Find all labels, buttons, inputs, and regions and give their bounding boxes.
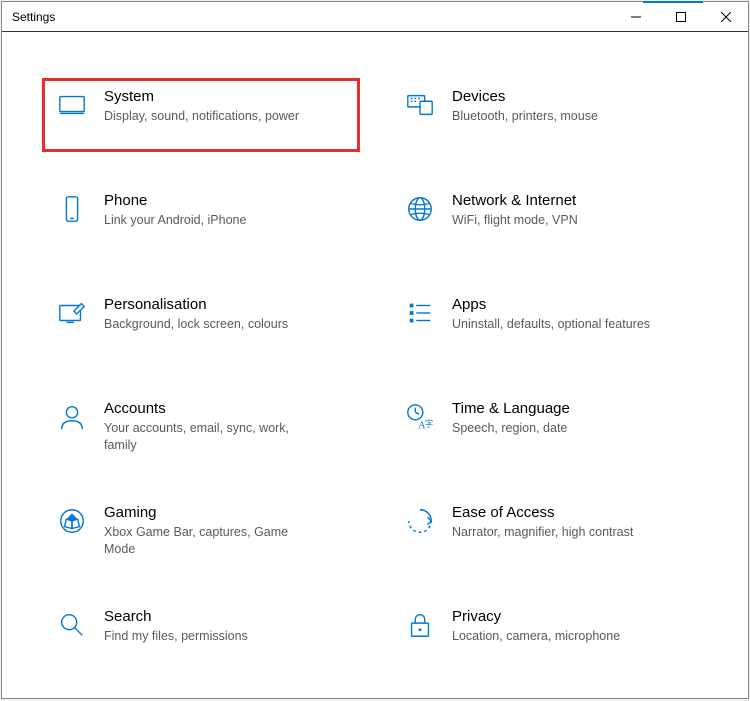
tile-text: Search Find my files, permissions	[94, 608, 248, 645]
tile-title: Gaming	[104, 504, 304, 522]
tile-title: Personalisation	[104, 296, 288, 314]
tile-title: Network & Internet	[452, 192, 578, 210]
tile-text: Devices Bluetooth, printers, mouse	[442, 88, 598, 125]
accounts-icon	[50, 400, 94, 432]
tile-title: Accounts	[104, 400, 304, 418]
tile-title: Search	[104, 608, 248, 626]
tile-search[interactable]: Search Find my files, permissions	[42, 598, 360, 672]
tile-title: Privacy	[452, 608, 620, 626]
tile-desc: Uninstall, defaults, optional features	[452, 316, 650, 333]
ease-of-access-icon	[398, 504, 442, 536]
tile-text: Gaming Xbox Game Bar, captures, Game Mod…	[94, 504, 304, 558]
tile-title: Devices	[452, 88, 598, 106]
tile-gaming[interactable]: Gaming Xbox Game Bar, captures, Game Mod…	[42, 494, 360, 568]
maximize-button[interactable]	[658, 2, 703, 31]
tile-desc: Xbox Game Bar, captures, Game Mode	[104, 524, 304, 558]
tile-apps[interactable]: Apps Uninstall, defaults, optional featu…	[390, 286, 708, 360]
titlebar: Settings	[2, 2, 748, 32]
titlebar-accent	[643, 1, 703, 3]
tile-desc: Location, camera, microphone	[452, 628, 620, 645]
window-controls	[613, 2, 748, 31]
tile-desc: Bluetooth, printers, mouse	[452, 108, 598, 125]
system-icon	[50, 88, 94, 120]
settings-window: Settings System Display, sound, noti	[1, 1, 749, 699]
tile-desc: WiFi, flight mode, VPN	[452, 212, 578, 229]
tile-personalisation[interactable]: Personalisation Background, lock screen,…	[42, 286, 360, 360]
personalisation-icon	[50, 296, 94, 328]
tile-text: Accounts Your accounts, email, sync, wor…	[94, 400, 304, 454]
privacy-icon	[398, 608, 442, 640]
tile-ease-of-access[interactable]: Ease of Access Narrator, magnifier, high…	[390, 494, 708, 568]
minimize-button[interactable]	[613, 2, 658, 31]
tile-desc: Find my files, permissions	[104, 628, 248, 645]
tile-time-language[interactable]: A字 Time & Language Speech, region, date	[390, 390, 708, 464]
tile-title: Apps	[452, 296, 650, 314]
tile-title: Phone	[104, 192, 246, 210]
tile-text: Time & Language Speech, region, date	[442, 400, 570, 437]
globe-icon	[398, 192, 442, 224]
tile-accounts[interactable]: Accounts Your accounts, email, sync, wor…	[42, 390, 360, 464]
tile-desc: Background, lock screen, colours	[104, 316, 288, 333]
svg-text:字: 字	[425, 418, 433, 428]
content-area: System Display, sound, notifications, po…	[2, 32, 748, 698]
tile-phone[interactable]: Phone Link your Android, iPhone	[42, 182, 360, 256]
apps-icon	[398, 296, 442, 328]
tile-desc: Narrator, magnifier, high contrast	[452, 524, 633, 541]
tile-text: Privacy Location, camera, microphone	[442, 608, 620, 645]
gaming-icon	[50, 504, 94, 536]
close-button[interactable]	[703, 2, 748, 31]
tile-text: Personalisation Background, lock screen,…	[94, 296, 288, 333]
devices-icon	[398, 88, 442, 120]
tile-title: Time & Language	[452, 400, 570, 418]
tile-text: System Display, sound, notifications, po…	[94, 88, 299, 125]
time-language-icon: A字	[398, 400, 442, 432]
tile-desc: Link your Android, iPhone	[104, 212, 246, 229]
tile-title: System	[104, 88, 299, 106]
tile-network[interactable]: Network & Internet WiFi, flight mode, VP…	[390, 182, 708, 256]
tile-desc: Display, sound, notifications, power	[104, 108, 299, 125]
tile-title: Ease of Access	[452, 504, 633, 522]
tile-desc: Speech, region, date	[452, 420, 570, 437]
tile-text: Ease of Access Narrator, magnifier, high…	[442, 504, 633, 541]
search-icon	[50, 608, 94, 640]
tile-privacy[interactable]: Privacy Location, camera, microphone	[390, 598, 708, 672]
tile-text: Network & Internet WiFi, flight mode, VP…	[442, 192, 578, 229]
phone-icon	[50, 192, 94, 224]
tile-devices[interactable]: Devices Bluetooth, printers, mouse	[390, 78, 708, 152]
window-title: Settings	[2, 10, 55, 24]
tile-text: Apps Uninstall, defaults, optional featu…	[442, 296, 650, 333]
tile-system[interactable]: System Display, sound, notifications, po…	[42, 78, 360, 152]
tile-text: Phone Link your Android, iPhone	[94, 192, 246, 229]
tile-desc: Your accounts, email, sync, work, family	[104, 420, 304, 454]
settings-grid: System Display, sound, notifications, po…	[42, 78, 708, 672]
